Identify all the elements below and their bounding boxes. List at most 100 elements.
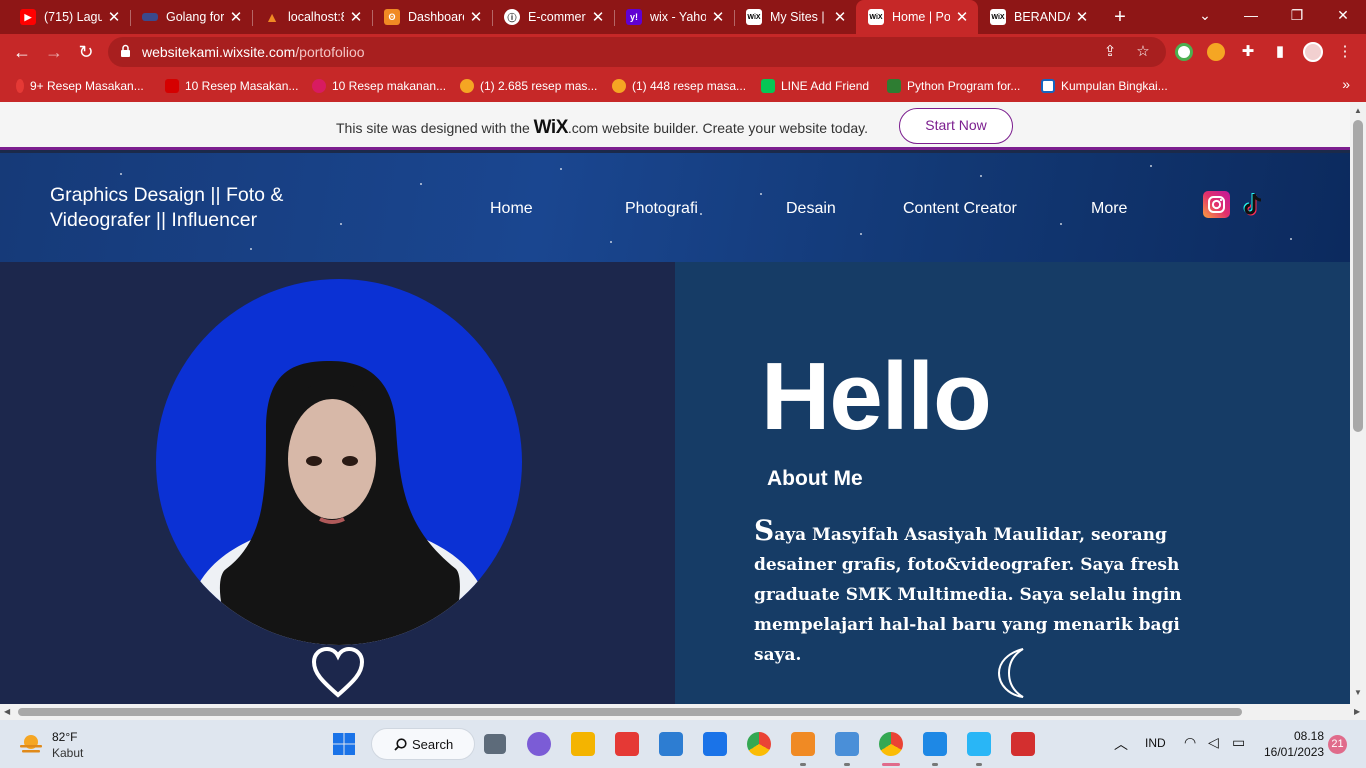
- close-tab-icon[interactable]: ✕: [832, 8, 848, 26]
- wifi-icon[interactable]: ◠: [1184, 734, 1196, 751]
- photos-icon[interactable]: [835, 732, 859, 756]
- side-panel-icon[interactable]: ▮: [1271, 43, 1289, 61]
- gift-app-icon[interactable]: [615, 732, 639, 756]
- new-tab-button[interactable]: +: [1108, 5, 1132, 29]
- bookmark-item[interactable]: (1) 448 resep masa...: [612, 77, 746, 95]
- reload-button[interactable]: ↻: [74, 40, 98, 64]
- star-decoration: [1060, 223, 1062, 225]
- star-decoration: [1150, 165, 1152, 167]
- tab-beranda[interactable]: WiX BERANDA ✕: [978, 0, 1098, 34]
- mail-icon[interactable]: [703, 732, 727, 756]
- file-explorer-icon[interactable]: [571, 732, 595, 756]
- bookmark-item[interactable]: 10 Resep Masakan...: [165, 77, 298, 95]
- share-icon[interactable]: ⇪: [1101, 43, 1119, 61]
- tab-golang[interactable]: Golang for ✕: [130, 0, 252, 34]
- bio-paragraph: Saya Masyifah Asasiyah Maulidar, seorang…: [754, 516, 1204, 670]
- start-now-button[interactable]: Start Now: [899, 108, 1013, 144]
- extensions-puzzle-icon[interactable]: ✚: [1239, 43, 1257, 61]
- close-tab-icon[interactable]: ✕: [106, 8, 122, 26]
- volume-icon[interactable]: ◁: [1208, 734, 1219, 751]
- bookmark-star-icon[interactable]: ☆: [1134, 43, 1152, 61]
- vertical-scroll-thumb[interactable]: [1353, 120, 1363, 432]
- chrome-profile-icon[interactable]: [879, 732, 903, 756]
- nav-home[interactable]: Home: [490, 200, 533, 218]
- star-decoration: [980, 175, 982, 177]
- system-clock[interactable]: 08.18 16/01/2023: [1264, 728, 1324, 760]
- nav-photografi[interactable]: Photografi: [625, 200, 698, 218]
- bookmark-item[interactable]: 9+ Resep Masakan...: [16, 77, 144, 95]
- tab-dashboard[interactable]: ʘ Dashboard ✕: [372, 0, 492, 34]
- close-tab-icon[interactable]: ✕: [228, 8, 244, 26]
- notepad-icon[interactable]: [967, 732, 991, 756]
- extension-badge-icon[interactable]: [1207, 43, 1225, 61]
- close-tab-icon[interactable]: ✕: [348, 8, 364, 26]
- nav-content-creator[interactable]: Content Creator: [903, 200, 1017, 218]
- bookmark-item[interactable]: Kumpulan Bingkai...: [1041, 77, 1168, 95]
- bookmark-favicon-icon: [460, 79, 474, 93]
- chat-icon[interactable]: [527, 732, 551, 756]
- bookmark-item[interactable]: LINE Add Friend: [761, 77, 869, 95]
- task-view-icon[interactable]: [484, 734, 506, 754]
- bookmark-label: Kumpulan Bingkai...: [1061, 79, 1168, 93]
- running-indicator: [976, 763, 982, 766]
- restore-button[interactable]: ❐: [1274, 0, 1320, 34]
- bookmark-label: 9+ Resep Masakan...: [30, 79, 144, 93]
- tab-youtube[interactable]: ▶ (715) Lagu ✕: [8, 0, 130, 34]
- bookmark-item[interactable]: 10 Resep makanan...: [312, 77, 446, 95]
- chrome-extension-icon[interactable]: [1175, 43, 1193, 61]
- notification-badge[interactable]: 21: [1328, 735, 1347, 754]
- forward-button[interactable]: →: [42, 40, 66, 64]
- close-tab-icon[interactable]: ✕: [468, 8, 484, 26]
- star-decoration: [340, 223, 342, 225]
- wix-icon: WiX: [746, 9, 762, 25]
- battery-icon[interactable]: ▭: [1232, 734, 1245, 751]
- close-window-button[interactable]: ✕: [1320, 0, 1366, 34]
- horizontal-scroll-thumb[interactable]: [18, 708, 1242, 716]
- bookmark-favicon-icon: [887, 79, 901, 93]
- xampp-taskbar-icon[interactable]: [791, 732, 815, 756]
- tab-title: BERANDA: [1014, 10, 1070, 24]
- language-indicator[interactable]: IND: [1145, 736, 1166, 750]
- tab-home-portfolio[interactable]: WiX Home | Po ✕: [856, 0, 978, 34]
- menu-dots-icon[interactable]: ⋮: [1336, 43, 1354, 61]
- scroll-right-arrow-icon[interactable]: ▶: [1354, 707, 1360, 716]
- close-tab-icon[interactable]: ✕: [590, 8, 606, 26]
- tab-yahoo[interactable]: y! wix - Yaho ✕: [614, 0, 734, 34]
- wps-office-icon[interactable]: [1011, 732, 1035, 756]
- chrome-icon[interactable]: [747, 732, 771, 756]
- taskbar-search[interactable]: Search: [371, 728, 475, 760]
- tab-my-sites[interactable]: WiX My Sites | ✕: [734, 0, 856, 34]
- scroll-left-arrow-icon[interactable]: ◀: [4, 707, 10, 716]
- windows-start-icon[interactable]: [332, 732, 356, 756]
- bookmark-item[interactable]: Python Program for...: [887, 77, 1020, 95]
- tab-localhost[interactable]: ▲ localhost:8 ✕: [252, 0, 372, 34]
- site-brand[interactable]: Graphics Desaign || Foto & Videografer |…: [50, 183, 283, 233]
- bookmark-favicon-icon: [165, 79, 179, 93]
- wix-logo[interactable]: WiX: [534, 117, 569, 138]
- minimize-button[interactable]: —: [1228, 0, 1274, 34]
- star-decoration: [860, 233, 862, 235]
- horizontal-scrollbar[interactable]: ◀ ▶: [0, 704, 1366, 720]
- back-button[interactable]: ←: [10, 40, 34, 64]
- instagram-icon[interactable]: [1203, 191, 1230, 218]
- close-tab-icon[interactable]: ✕: [1074, 8, 1090, 26]
- nav-more[interactable]: More: [1091, 200, 1127, 218]
- vertical-scrollbar[interactable]: ▲ ▼: [1350, 102, 1366, 704]
- bookmarks-overflow-button[interactable]: »: [1342, 76, 1350, 92]
- bookmark-item[interactable]: (1) 2.685 resep mas...: [460, 77, 597, 95]
- bookmarks-bar: 9+ Resep Masakan... 10 Resep Masakan... …: [0, 70, 1366, 102]
- profile-avatar[interactable]: [1303, 42, 1323, 62]
- tab-search-chevron-icon[interactable]: ⌄: [1182, 0, 1228, 34]
- tab-title: localhost:8: [288, 10, 344, 24]
- vscode-icon[interactable]: [923, 732, 947, 756]
- close-tab-icon[interactable]: ✕: [954, 8, 970, 26]
- address-bar[interactable]: websitekami.wixsite.com/portofolioo ⇪ ☆: [108, 37, 1166, 67]
- tab-ecommerce[interactable]: ⓘ E-commer ✕: [492, 0, 614, 34]
- tiktok-icon[interactable]: [1240, 191, 1266, 218]
- nav-desain[interactable]: Desain: [786, 200, 836, 218]
- scroll-down-arrow-icon[interactable]: ▼: [1354, 688, 1362, 697]
- close-tab-icon[interactable]: ✕: [710, 8, 726, 26]
- microsoft-store-icon[interactable]: [659, 732, 683, 756]
- tray-overflow-chevron-icon[interactable]: ︿: [1114, 734, 1128, 754]
- scroll-up-arrow-icon[interactable]: ▲: [1354, 106, 1362, 115]
